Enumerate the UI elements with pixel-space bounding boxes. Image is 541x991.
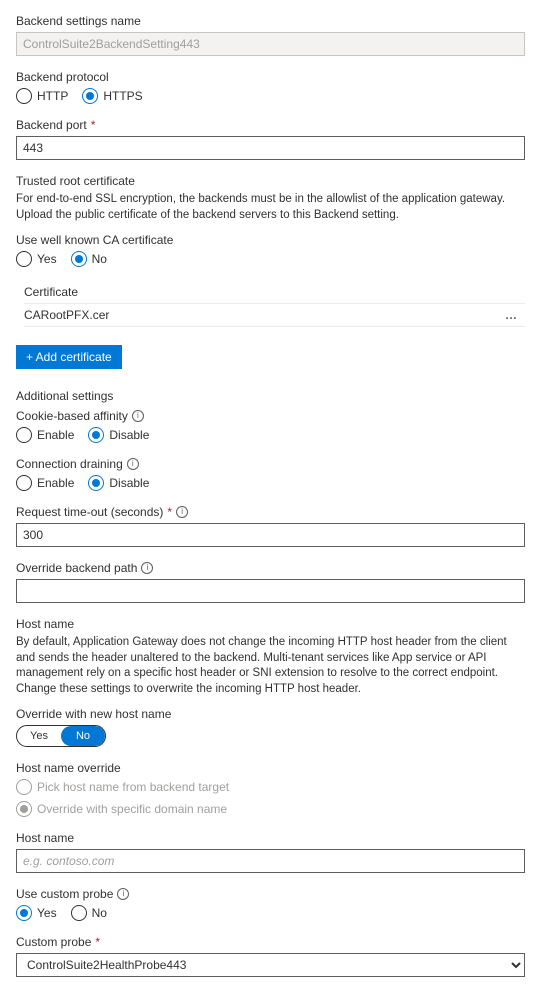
radio-label: Pick host name from backend target <box>37 780 229 794</box>
trusted-cert-desc: For end-to-end SSL encryption, the backe… <box>16 192 525 223</box>
timeout-label: Request time-out (seconds) * i <box>16 505 525 519</box>
radio-label: Yes <box>37 906 57 920</box>
override-path-input[interactable] <box>16 579 525 603</box>
info-icon[interactable]: i <box>132 410 144 422</box>
protocol-label: Backend protocol <box>16 70 525 84</box>
override-new-toggle[interactable]: Yes No <box>16 725 106 747</box>
pick-from-backend-radio: Pick host name from backend target <box>16 779 525 795</box>
radio-label: Override with specific domain name <box>37 802 227 816</box>
timeout-input[interactable] <box>16 523 525 547</box>
settings-name-input <box>16 32 525 56</box>
radio-icon <box>16 251 32 267</box>
protocol-https-radio[interactable]: HTTPS <box>82 88 142 104</box>
hostname-override-label: Host name override <box>16 761 525 775</box>
settings-name-label: Backend settings name <box>16 14 525 28</box>
radio-icon <box>82 88 98 104</box>
radio-icon <box>16 779 32 795</box>
radio-label: No <box>92 906 107 920</box>
probe-yes-radio[interactable]: Yes <box>16 905 57 921</box>
probe-no-radio[interactable]: No <box>71 905 107 921</box>
hostname-heading: Host name <box>16 617 525 631</box>
protocol-http-radio[interactable]: HTTP <box>16 88 68 104</box>
radio-label: Disable <box>109 476 149 490</box>
info-icon[interactable]: i <box>176 506 188 518</box>
cert-more-icon[interactable]: … <box>505 308 519 322</box>
radio-icon <box>16 88 32 104</box>
draining-label: Connection draining i <box>16 457 525 471</box>
draining-enable-radio[interactable]: Enable <box>16 475 74 491</box>
info-icon[interactable]: i <box>141 562 153 574</box>
info-icon[interactable]: i <box>117 888 129 900</box>
wellknown-no-radio[interactable]: No <box>71 251 107 267</box>
radio-label: Disable <box>109 428 149 442</box>
radio-label: No <box>92 252 107 266</box>
use-custom-probe-label: Use custom probe i <box>16 887 525 901</box>
radio-icon <box>71 251 87 267</box>
additional-heading: Additional settings <box>16 389 525 403</box>
radio-label: Enable <box>37 428 74 442</box>
radio-label: Yes <box>37 252 57 266</box>
cookie-affinity-label: Cookie-based affinity i <box>16 409 525 423</box>
radio-icon <box>88 427 104 443</box>
toggle-no[interactable]: No <box>61 726 105 746</box>
hostname-field-label: Host name <box>16 831 525 845</box>
custom-probe-select[interactable]: ControlSuite2HealthProbe443 <box>16 953 525 977</box>
wellknown-yes-radio[interactable]: Yes <box>16 251 57 267</box>
radio-icon <box>16 475 32 491</box>
info-icon[interactable]: i <box>127 458 139 470</box>
custom-probe-label: Custom probe * <box>16 935 525 949</box>
trusted-cert-heading: Trusted root certificate <box>16 174 525 188</box>
hostname-desc: By default, Application Gateway does not… <box>16 635 525 697</box>
cert-row: CARootPFX.cer … <box>24 303 525 327</box>
radio-label: Enable <box>37 476 74 490</box>
cert-column-header: Certificate <box>24 281 525 303</box>
cookie-enable-radio[interactable]: Enable <box>16 427 74 443</box>
override-specific-radio: Override with specific domain name <box>16 801 525 817</box>
wellknown-ca-label: Use well known CA certificate <box>16 233 525 247</box>
hostname-input[interactable] <box>16 849 525 873</box>
radio-icon <box>88 475 104 491</box>
radio-icon <box>71 905 87 921</box>
override-new-label: Override with new host name <box>16 707 525 721</box>
draining-disable-radio[interactable]: Disable <box>88 475 149 491</box>
add-certificate-button[interactable]: + Add certificate <box>16 345 122 369</box>
toggle-yes[interactable]: Yes <box>17 726 61 746</box>
radio-icon <box>16 427 32 443</box>
radio-icon <box>16 905 32 921</box>
cert-name: CARootPFX.cer <box>24 308 109 322</box>
port-input[interactable] <box>16 136 525 160</box>
port-label: Backend port* <box>16 118 525 132</box>
radio-label: HTTP <box>37 89 68 103</box>
radio-label: HTTPS <box>103 89 142 103</box>
override-path-label: Override backend path i <box>16 561 525 575</box>
cookie-disable-radio[interactable]: Disable <box>88 427 149 443</box>
radio-icon <box>16 801 32 817</box>
